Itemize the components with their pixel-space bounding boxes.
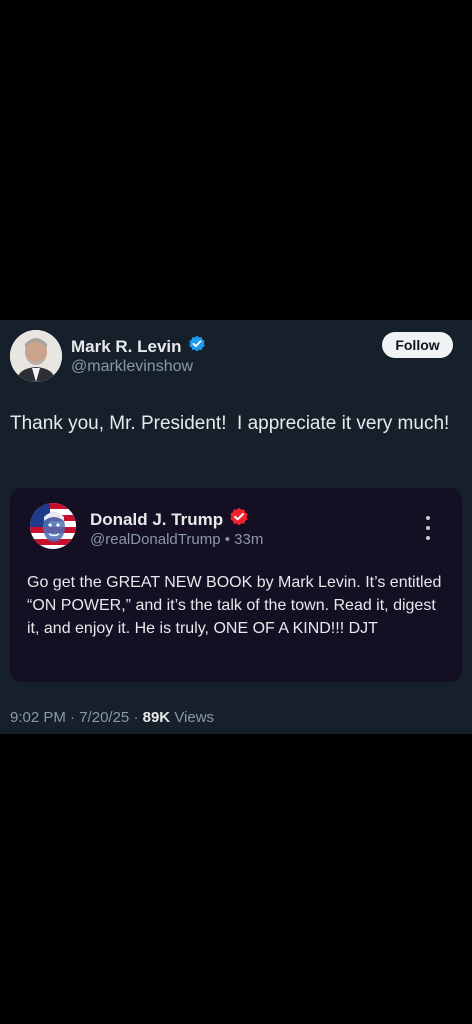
tweet-text: Thank you, Mr. President! I appreciate i… bbox=[10, 413, 450, 434]
footer-separator: · bbox=[133, 709, 139, 726]
views-count: 89K bbox=[142, 709, 171, 726]
views-label: Views bbox=[174, 709, 215, 726]
tweet-footer: 9:02 PM · 7/20/25 · 89K Views bbox=[10, 709, 214, 726]
meta-separator: • bbox=[224, 531, 230, 548]
quoted-tweet-card[interactable]: Donald J. Trump @realDonaldTrump • 33m G… bbox=[10, 488, 462, 682]
follow-button[interactable]: Follow bbox=[382, 332, 453, 358]
author-handle[interactable]: @marklevinshow bbox=[71, 358, 193, 376]
author-name[interactable]: Mark R. Levin bbox=[71, 335, 206, 358]
post-date[interactable]: 7/20/25 bbox=[79, 709, 129, 726]
quoted-author-handle[interactable]: @realDonaldTrump bbox=[90, 531, 221, 548]
verified-badge-icon-red bbox=[229, 507, 249, 532]
quoted-tweet-text: Go get the GREAT NEW BOOK by Mark Levin.… bbox=[27, 574, 442, 637]
author-name-text: Mark R. Levin bbox=[71, 336, 182, 356]
quoted-time: 33m bbox=[234, 531, 264, 548]
more-options-icon[interactable] bbox=[420, 516, 436, 540]
tweet-panel: Mark R. Levin @marklevinshow Follow Than… bbox=[0, 320, 472, 734]
author-avatar[interactable] bbox=[10, 330, 62, 382]
quoted-author-name[interactable]: Donald J. Trump bbox=[90, 507, 249, 532]
verified-badge-icon bbox=[188, 335, 206, 358]
quoted-author-name-text: Donald J. Trump bbox=[90, 509, 224, 529]
quoted-meta: @realDonaldTrump • 33m bbox=[90, 531, 263, 548]
quoted-author-avatar[interactable] bbox=[30, 503, 76, 549]
footer-separator: · bbox=[70, 709, 76, 726]
post-time[interactable]: 9:02 PM bbox=[10, 709, 66, 726]
